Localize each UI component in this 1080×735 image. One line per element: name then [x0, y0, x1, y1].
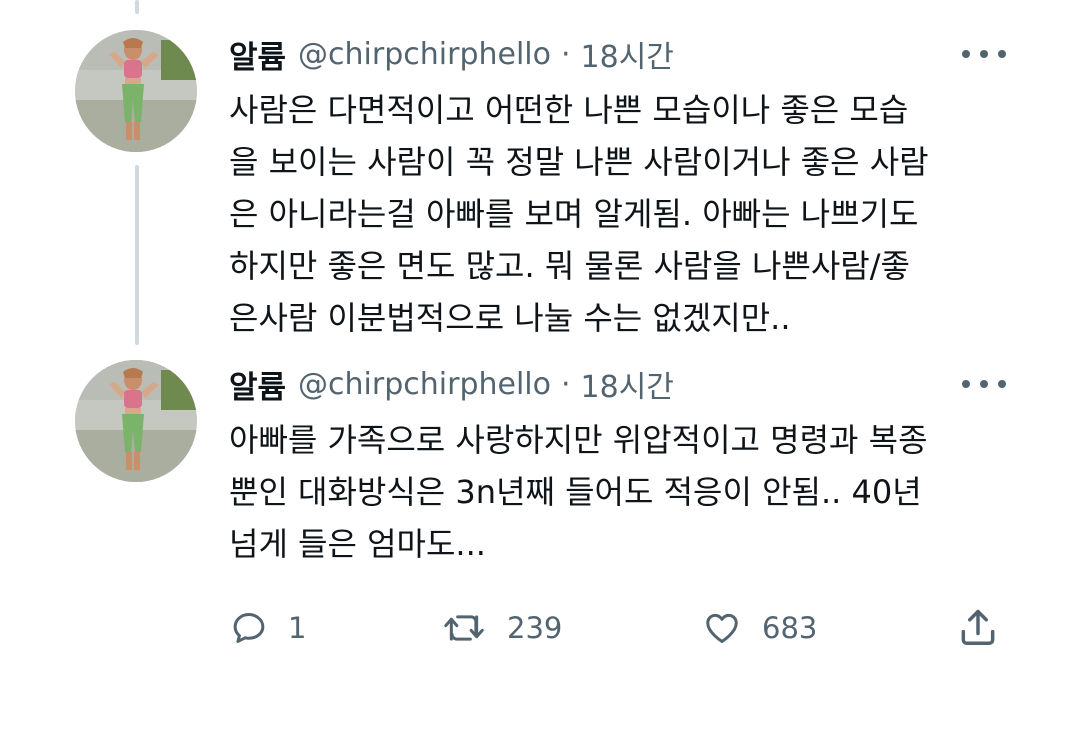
display-name[interactable]: 알륨	[229, 362, 286, 407]
reply-icon	[233, 613, 265, 643]
more-dot	[998, 50, 1006, 58]
retweet-count: 239	[507, 611, 563, 645]
thread-connector-line	[135, 0, 139, 14]
tweet-header: 알륨 @chirpchirphello · 18시간	[229, 360, 674, 408]
timestamp[interactable]: 18시간	[581, 362, 674, 406]
like-count: 683	[762, 611, 818, 645]
more-dot	[998, 380, 1006, 388]
tweet-text-line: 은 아니라는걸 아빠를 보며 알게됨. 아빠는 나쁘기도	[229, 195, 919, 233]
like-button[interactable]: 683	[702, 598, 817, 658]
more-dot	[980, 50, 988, 58]
tweet-text-line: 은사람 이분법적으로 나눌 수는 없겠지만..	[229, 299, 791, 337]
separator-dot: ·	[560, 366, 571, 402]
thread-connector-line	[135, 165, 139, 345]
more-icon[interactable]	[962, 42, 1006, 66]
user-handle[interactable]: @chirpchirphello	[298, 367, 551, 402]
more-icon[interactable]	[962, 372, 1006, 396]
display-name[interactable]: 알륨	[229, 32, 286, 77]
avatar[interactable]	[75, 30, 197, 152]
tweet-action-bar: 1 239 683	[0, 598, 1080, 658]
tweet-text-line: 아빠를 가족으로 사랑하지만 위압적이고 명령과 복종	[229, 421, 928, 459]
tweet-text-line: 하지만 좋은 면도 많고. 뭐 물론 사람을 나쁜사람/좋	[229, 247, 910, 285]
reply-button[interactable]: 1	[230, 598, 306, 658]
tweet-header: 알륨 @chirpchirphello · 18시간	[229, 30, 674, 78]
tweet-text-line: 을 보이는 사람이 꼭 정말 나쁜 사람이거나 좋은 사람	[229, 143, 929, 181]
reply-count: 1	[288, 611, 307, 645]
tweet-text-line: 사람은 다면적이고 어떤한 나쁜 모습이나 좋은 모습	[229, 91, 909, 129]
avatar[interactable]	[75, 360, 197, 482]
tweet-text: 사람은 다면적이고 어떤한 나쁜 모습이나 좋은 모습 을 보이는 사람이 꼭 …	[229, 84, 1029, 344]
more-dot	[980, 380, 988, 388]
tweet-thread: 알륨 @chirpchirphello · 18시간 사람은 다면적이고 어떤한…	[0, 0, 1080, 735]
retweet-icon	[444, 615, 484, 641]
separator-dot: ·	[560, 36, 571, 72]
tweet-text-line: 뿐인 대화방식은 3n년째 들어도 적응이 안됨.. 40년	[229, 473, 922, 511]
tweet-text: 아빠를 가족으로 사랑하지만 위압적이고 명령과 복종 뿐인 대화방식은 3n년…	[229, 414, 1029, 570]
timestamp[interactable]: 18시간	[581, 32, 674, 76]
user-handle[interactable]: @chirpchirphello	[298, 37, 551, 72]
more-dot	[962, 380, 970, 388]
more-dot	[962, 50, 970, 58]
retweet-button[interactable]: 239	[441, 598, 562, 658]
tweet-text-line: 넘게 들은 엄마도...	[229, 525, 486, 563]
share-icon	[961, 609, 995, 645]
share-button[interactable]	[956, 598, 1000, 658]
heart-icon	[706, 613, 738, 643]
